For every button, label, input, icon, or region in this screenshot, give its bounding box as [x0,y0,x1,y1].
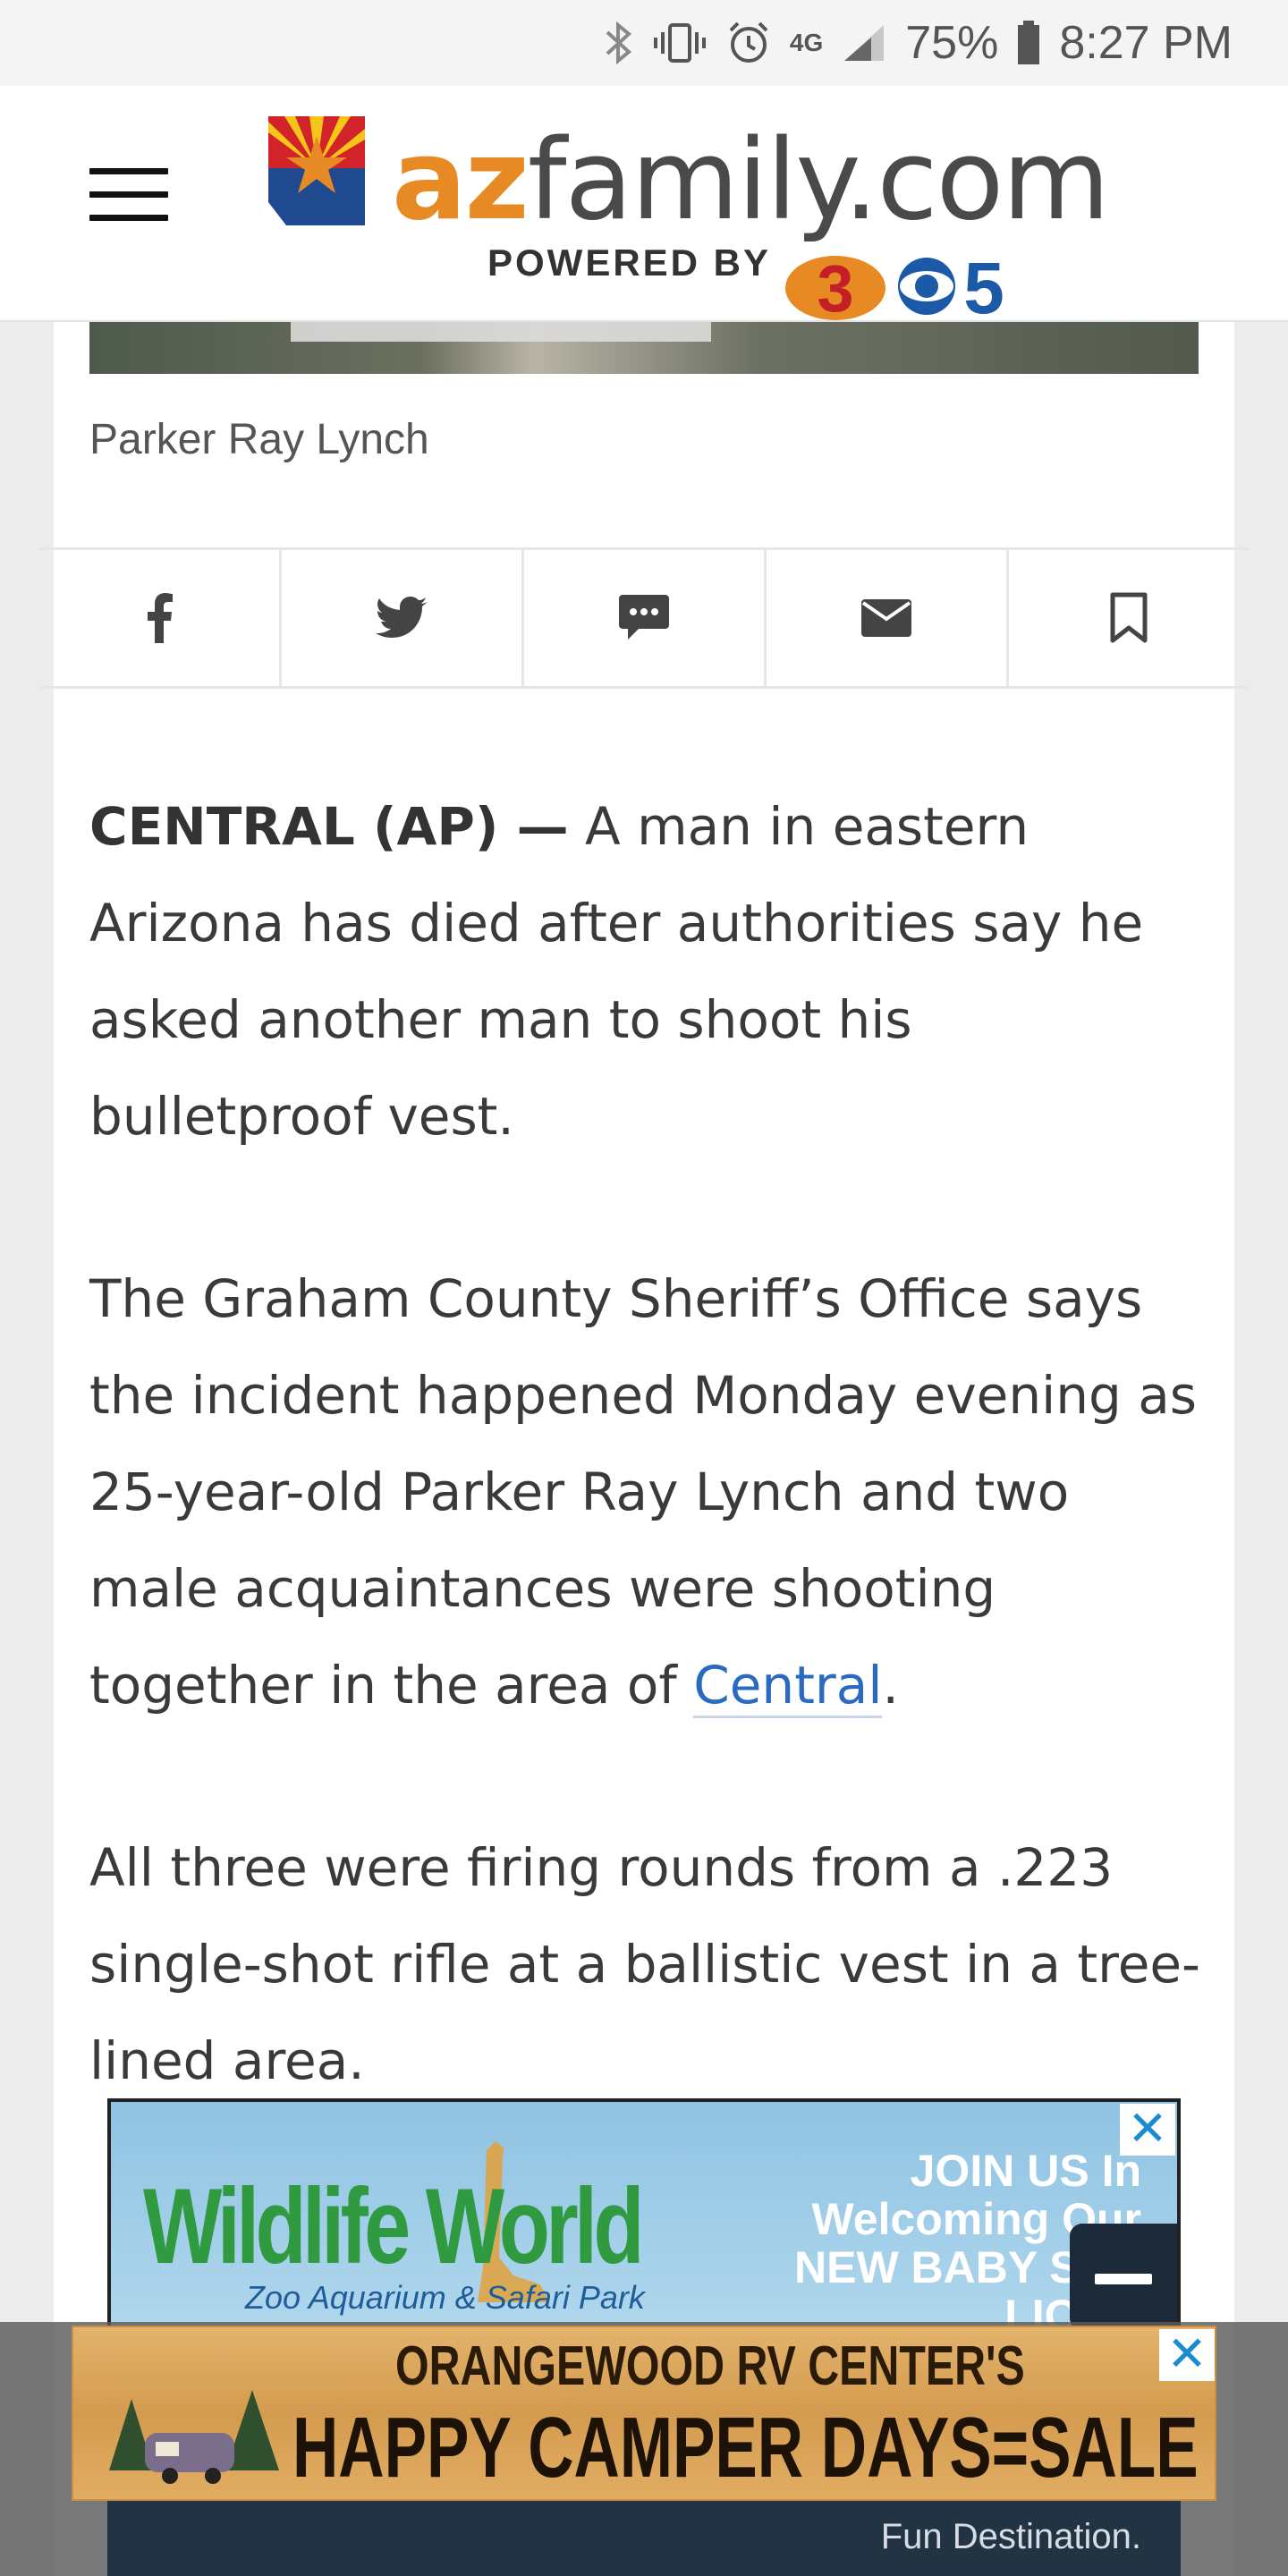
channel-3-logo: 3 [785,252,886,324]
ad-footer: Fun Destination. [107,2501,1181,2576]
article-paragraph: The Graham County Sheriff’s Office says … [89,1250,1208,1733]
email-share-button[interactable] [767,550,1009,686]
photo-caption: Parker Ray Lynch [89,416,429,463]
article-paragraph: All three were firing rounds from a .223… [89,1819,1208,2109]
article-photo[interactable] [89,322,1199,374]
menu-bar [89,168,168,174]
paragraph-text: The Graham County Sheriff’s Office says … [89,1268,1197,1716]
battery-icon [1016,20,1041,66]
battery-percent: 75% [905,17,999,69]
ad-headline: ORANGEWOOD RV CENTER'S [395,2335,1025,2397]
article-paragraph: CENTRAL (AP) — A man in eastern Arizona … [89,778,1208,1165]
arizona-flag-icon [268,116,365,225]
ad-minimize-button[interactable] [1070,2224,1177,2331]
menu-button[interactable] [89,168,168,222]
svg-text:3: 3 [817,252,853,324]
svg-text:5: 5 [963,252,1004,324]
ad-tagline: HAPPY CAMPER DAYS=SALE & EVENT= [292,2400,1215,2496]
ad-footer-text: Fun Destination. [880,2517,1141,2556]
article-body: CENTRAL (AP) — A man in eastern Arizona … [89,778,1208,2195]
cbs-5-logo: 5 [898,252,1004,324]
comment-icon [619,595,669,640]
logo-wordmark: azfamily.com [392,116,1110,245]
bluetooth-icon [604,20,634,66]
sticky-ad-close-button[interactable]: ✕ [1159,2329,1215,2381]
comment-share-button[interactable] [524,550,767,686]
share-bar [39,547,1249,689]
twitter-share-button[interactable] [282,550,524,686]
bookmark-button[interactable] [1009,550,1249,686]
orangewood-rv-ad[interactable]: ORANGEWOOD RV CENTER'S HAPPY CAMPER DAYS… [72,2326,1216,2501]
email-icon [861,599,911,637]
site-logo[interactable]: azfamily.com POWERED BY 3 5 [268,116,1110,324]
ad-subtitle: Zoo Aquarium & Safari Park [245,2279,645,2316]
dateline: CENTRAL (AP) — [89,796,569,857]
ad-close-button[interactable]: ✕ [1120,2104,1175,2156]
facebook-share-button[interactable] [39,550,282,686]
paragraph-text: All three were firing rounds from a .223… [89,1837,1200,2091]
paragraph-end: . [882,1655,899,1716]
clock: 8:27 PM [1059,17,1233,69]
powered-by-label: POWERED BY [487,242,772,284]
central-link[interactable]: Central [693,1655,883,1718]
bookmark-icon [1110,592,1148,643]
menu-bar [89,215,168,221]
facebook-icon [148,593,173,643]
site-header: azfamily.com POWERED BY 3 5 [0,86,1288,324]
twitter-icon [376,597,428,638]
ad-brand: Wildlife World [143,2166,645,2286]
status-bar: 4G 75% 8:27 PM [0,0,1288,86]
vibrate-icon [652,20,708,66]
menu-bar [89,191,168,198]
sticky-ad-container: ORANGEWOOD RV CENTER'S HAPPY CAMPER DAYS… [0,2322,1288,2576]
signal-icon [841,21,887,64]
camper-illustration [109,2390,279,2484]
alarm-icon [725,20,772,66]
network-type-icon: 4G [789,29,824,56]
